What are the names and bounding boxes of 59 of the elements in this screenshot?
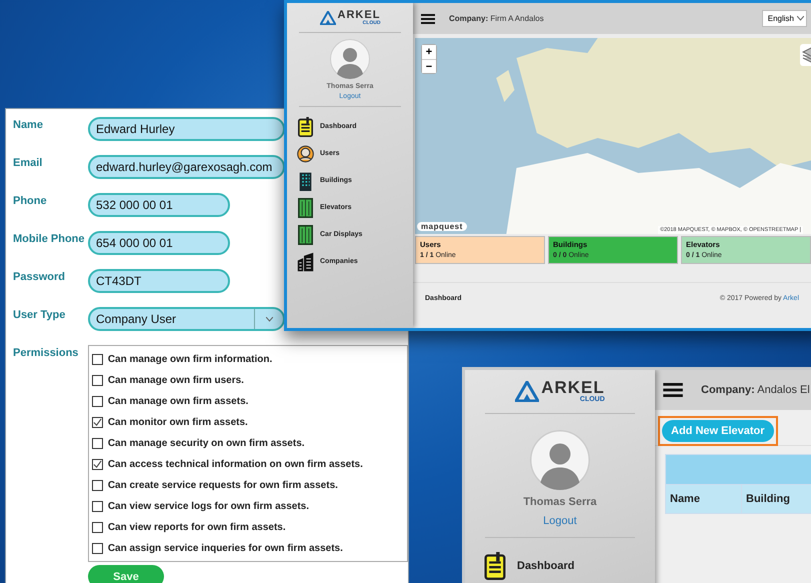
- column-header[interactable]: Name: [666, 485, 742, 513]
- checkbox[interactable]: [92, 459, 103, 470]
- logo-name: ARKEL: [541, 379, 605, 396]
- permission-label: Can manage security on own firm assets.: [108, 438, 305, 449]
- permission-label: Can manage own firm information.: [108, 354, 272, 365]
- building-icon: [297, 170, 314, 190]
- checkbox[interactable]: [92, 375, 103, 386]
- field-label: Permissions: [13, 346, 80, 360]
- permission-label: Can view reports for own firm assets.: [108, 522, 286, 533]
- menu-icon[interactable]: [421, 14, 435, 24]
- checkbox[interactable]: [92, 501, 103, 512]
- user-name: Thomas Serra: [523, 496, 597, 508]
- checkbox[interactable]: [92, 522, 103, 533]
- language-dropdown[interactable]: English: [762, 10, 807, 27]
- company-name: Company: Firm A Andalos: [449, 14, 544, 23]
- input-field[interactable]: edward.hurley@garexosagh.com: [88, 155, 285, 179]
- caret-icon: [266, 316, 272, 322]
- avatar-icon: [530, 430, 590, 490]
- input-field[interactable]: 654 000 00 01: [88, 231, 230, 255]
- logo-name: ARKEL: [338, 10, 380, 21]
- permission-label: Can manage own firm users.: [108, 375, 244, 386]
- clipboard-icon: [297, 116, 314, 136]
- field-label: User Type: [13, 308, 66, 322]
- input-field[interactable]: Edward Hurley: [88, 117, 285, 141]
- checkbox[interactable]: [92, 438, 103, 449]
- field-label: Mobile Phone: [13, 232, 86, 246]
- buildings-icon: [297, 252, 314, 272]
- map-logo: mapquest: [417, 222, 467, 231]
- permission-label: Can manage own firm assets.: [108, 396, 248, 407]
- elevator-icon: [297, 224, 314, 244]
- column-header[interactable]: Building: [742, 485, 811, 513]
- permission-label: Can monitor own firm assets.: [108, 417, 248, 428]
- menu-icon[interactable]: [663, 383, 683, 397]
- checkbox[interactable]: [92, 417, 103, 428]
- field-label: Name: [13, 118, 44, 132]
- permission-label: Can assign service inqueries for own firm assets.: [108, 543, 343, 554]
- caret-icon: [797, 16, 804, 21]
- field-label: Email: [13, 156, 44, 170]
- nav-item[interactable]: Dashboard: [517, 560, 574, 572]
- clipboard-icon: [483, 552, 507, 580]
- checkbox[interactable]: [92, 543, 103, 554]
- user-icon: [297, 144, 314, 164]
- avatar-icon: [330, 39, 370, 79]
- logo-icon: [515, 380, 540, 402]
- input-field[interactable]: CT43DT: [88, 269, 230, 293]
- user-type-dropdown[interactable]: Company User: [88, 307, 285, 331]
- permission-label: Can view service logs for own firm assets.: [108, 501, 309, 512]
- checkbox[interactable]: [92, 396, 103, 407]
- elevator-icon: [297, 198, 314, 218]
- zoom-out-button[interactable]: −: [422, 59, 436, 73]
- field-label: Password: [13, 270, 66, 284]
- logo-icon: [320, 11, 336, 25]
- company-name: Company: Andalos El: [701, 384, 810, 396]
- permission-label: Can access technical information on own firm assets.: [108, 459, 363, 470]
- permission-label: Can create service requests for own firm assets.: [108, 480, 338, 491]
- checkbox[interactable]: [92, 354, 103, 365]
- checkbox[interactable]: [92, 480, 103, 491]
- input-field[interactable]: 532 000 00 01: [88, 193, 230, 217]
- field-label: Phone: [13, 194, 48, 208]
